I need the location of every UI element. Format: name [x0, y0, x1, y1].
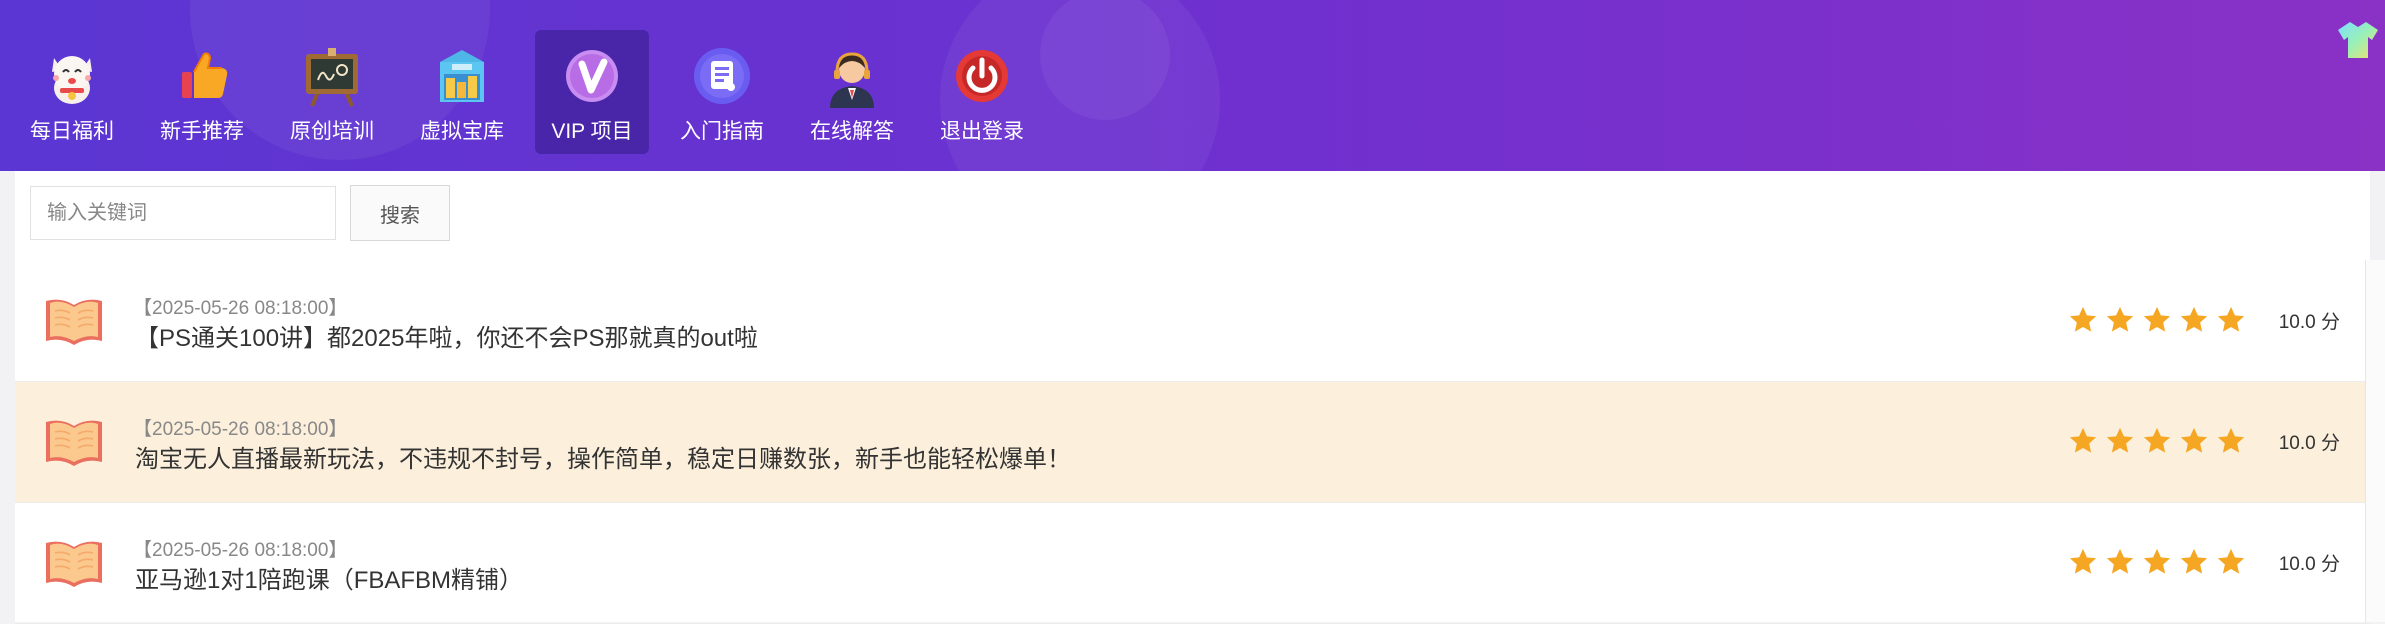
search-bar: 搜索: [30, 185, 450, 241]
star-icon: [2180, 427, 2207, 453]
star-icon: [2106, 427, 2133, 453]
nav-label: 原创培训: [290, 120, 374, 143]
star-icon: [2106, 306, 2133, 332]
open-book-icon: [46, 299, 102, 345]
search-input[interactable]: [30, 186, 336, 240]
nav-label: 在线解答: [810, 120, 894, 143]
list-item[interactable]: 【2025-05-26 08:18:00】 亚马逊1对1陪跑课（FBAFBM精铺…: [15, 503, 2370, 624]
lucky-cat-icon: [52, 56, 92, 104]
star-icon: [2069, 306, 2096, 332]
star-icon: [2217, 548, 2244, 574]
item-title-link[interactable]: 亚马逊1对1陪跑课（FBAFBM精铺）: [135, 560, 523, 595]
item-title-link[interactable]: 【PS通关100讲】都2025年啦，你还不会PS那就真的out啦: [135, 318, 758, 353]
vip-badge-icon: [566, 50, 618, 102]
nav-item-daily-welfare[interactable]: 每日福利: [15, 30, 129, 154]
star-icon: [2180, 306, 2207, 332]
star-icon: [2069, 548, 2096, 574]
nav-label: 入门指南: [680, 120, 764, 143]
star-icon: [2217, 427, 2244, 453]
thumbs-up-icon: [182, 52, 228, 98]
score: 10.0 分: [2278, 553, 2340, 575]
document-icon: [694, 48, 750, 104]
item-date: 【2025-05-26 08:18:00】: [133, 298, 348, 319]
nav-label: 退出登录: [940, 120, 1024, 143]
rating: 10.0 分: [2068, 305, 2340, 335]
nav-item-vip-project[interactable]: VIP 项目: [535, 30, 649, 154]
nav-item-beginner-guide[interactable]: 入门指南: [665, 30, 779, 154]
score: 10.0 分: [2278, 432, 2340, 454]
item-date: 【2025-05-26 08:18:00】: [133, 540, 348, 561]
chalkboard-icon: [306, 48, 358, 107]
nav-label: 每日福利: [30, 120, 114, 143]
star-icon: [2217, 306, 2244, 332]
star-icon: [2180, 548, 2207, 574]
scrollbar[interactable]: [2365, 260, 2385, 622]
star-icon: [2106, 548, 2133, 574]
content-panel: 搜索 【2025-05-26 08:18:00】 【PS通关100讲】都2025…: [15, 171, 2370, 624]
treasure-box-icon: [440, 50, 484, 102]
list-item[interactable]: 【2025-05-26 08:18:00】 淘宝无人直播最新玩法，不违规不封号，…: [15, 382, 2370, 503]
rating: 10.0 分: [2068, 547, 2340, 577]
nav-item-virtual-treasury[interactable]: 虚拟宝库: [405, 30, 519, 154]
nav-item-original-training[interactable]: 原创培训: [275, 30, 389, 154]
item-title-link[interactable]: 淘宝无人直播最新玩法，不违规不封号，操作简单，稳定日赚数张，新手也能轻松爆单！: [135, 439, 1071, 474]
open-book-icon: [46, 420, 102, 466]
star-icon: [2143, 427, 2170, 453]
support-agent-icon: [830, 52, 874, 108]
power-icon: [956, 50, 1008, 102]
nav-label: 虚拟宝库: [420, 120, 504, 143]
list-item[interactable]: 【2025-05-26 08:18:00】 【PS通关100讲】都2025年啦，…: [15, 261, 2370, 382]
nav-label: VIP 项目: [551, 120, 633, 143]
nav-item-newbie-recommend[interactable]: 新手推荐: [145, 30, 259, 154]
theme-shirt-icon[interactable]: [2336, 18, 2380, 62]
star-icon: [2069, 427, 2096, 453]
star-icon: [2143, 548, 2170, 574]
open-book-icon: [46, 541, 102, 587]
item-date: 【2025-05-26 08:18:00】: [133, 419, 348, 440]
nav-item-online-answers[interactable]: 在线解答: [795, 30, 909, 154]
nav-item-logout[interactable]: 退出登录: [925, 30, 1039, 154]
search-button[interactable]: 搜索: [350, 185, 450, 241]
top-navigation-bar: 每日福利 新手推荐 原创培训 虚拟宝库 VIP 项目 入门指南 在线解答 退出登…: [0, 0, 2385, 171]
score: 10.0 分: [2278, 311, 2340, 333]
main-nav: 每日福利 新手推荐 原创培训 虚拟宝库 VIP 项目 入门指南 在线解答 退出登…: [15, 0, 1055, 171]
rating: 10.0 分: [2068, 426, 2340, 456]
article-list: 【2025-05-26 08:18:00】 【PS通关100讲】都2025年啦，…: [15, 261, 2370, 624]
nav-label: 新手推荐: [160, 120, 244, 143]
star-icon: [2143, 306, 2170, 332]
